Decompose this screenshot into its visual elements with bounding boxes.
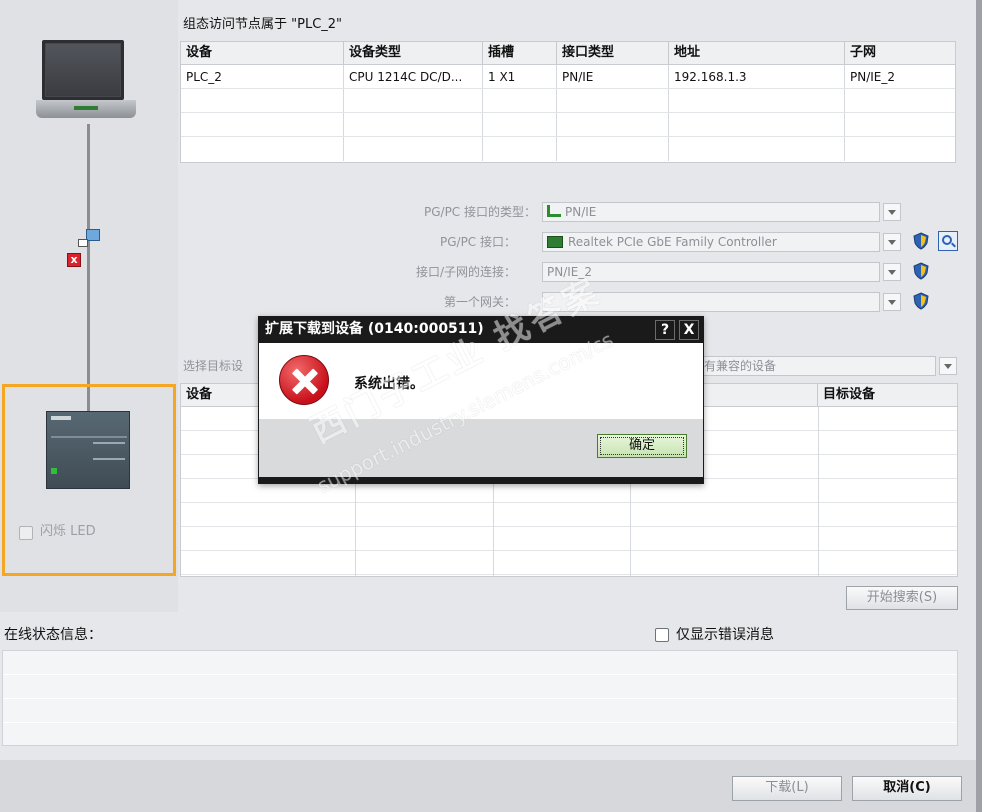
chevron-down-icon[interactable] (883, 263, 901, 281)
close-button[interactable]: X (679, 320, 699, 340)
table-row (181, 137, 955, 161)
flash-led-label: 闪烁 LED (40, 524, 96, 539)
dialog-title-bar[interactable]: 扩展下载到设备 (0140:000511) ? X (259, 317, 703, 343)
pn-ie-icon (547, 205, 561, 217)
network-switch-icon (78, 229, 100, 251)
help-button[interactable]: ? (655, 320, 675, 340)
shield-icon[interactable] (912, 232, 930, 250)
online-status-title: 在线状态信息： (4, 627, 102, 643)
table-row (181, 113, 955, 137)
nodes-table-header: 设备 设备类型 插槽 接口类型 地址 子网 (181, 42, 955, 65)
cell-address: 192.168.1.3 (669, 65, 845, 88)
shield-icon[interactable] (912, 292, 930, 310)
col-slot[interactable]: 插槽 (483, 42, 557, 64)
dialog-message: 系统出错。 (354, 376, 424, 392)
interface-label: PG/PC 接口： (439, 235, 516, 249)
start-search-button[interactable]: 开始搜索(S) (846, 586, 958, 610)
cell-device: PLC_2 (181, 65, 344, 88)
errors-only-checkbox[interactable] (655, 628, 669, 642)
connection-error-icon: x (67, 253, 81, 267)
ok-button[interactable]: 确定 (597, 434, 687, 458)
cell-device-type: CPU 1214C DC/D... (344, 65, 483, 88)
dialog-title: 扩展下载到设备 (0140:000511) (265, 321, 484, 337)
cell-slot: 1 X1 (483, 65, 557, 88)
errors-only-label: 仅显示错误消息 (676, 627, 774, 643)
col-interface-type[interactable]: 接口类型 (557, 42, 669, 64)
gateway-select[interactable] (542, 292, 880, 312)
col-subnet[interactable]: 子网 (845, 42, 955, 64)
shield-icon[interactable] (912, 262, 930, 280)
diagnostics-icon[interactable] (938, 231, 958, 251)
interface-type-label: PG/PC 接口的类型： (423, 205, 536, 219)
chevron-down-icon[interactable] (883, 293, 901, 311)
cancel-button[interactable]: 取消(C) (852, 776, 962, 801)
download-button[interactable]: 下载(L) (732, 776, 842, 801)
interface-select[interactable]: Realtek PCIe GbE Family Controller (542, 232, 880, 252)
error-icon (279, 355, 329, 405)
pg-pc-laptop-icon (36, 36, 140, 124)
chevron-down-icon[interactable] (883, 203, 901, 221)
col-device[interactable]: 设备 (181, 42, 344, 64)
subnet-label: 接口/子网的连接： (415, 265, 516, 279)
table-row[interactable]: PLC_2 CPU 1214C DC/D... 1 X1 PN/IE 192.1… (181, 65, 955, 89)
col-device-type[interactable]: 设备类型 (344, 42, 483, 64)
plc-device-icon[interactable] (46, 411, 130, 489)
chevron-down-icon[interactable] (939, 357, 957, 375)
cell-subnet: PN/IE_2 (850, 70, 896, 84)
col-address[interactable]: 地址 (669, 42, 845, 64)
flash-led-checkbox[interactable] (19, 526, 33, 540)
select-target-label: 选择目标设 (183, 359, 244, 373)
error-dialog: 扩展下载到设备 (0140:000511) ? X 系统出错。 确定 (258, 316, 704, 484)
network-line (87, 124, 90, 424)
table-row (181, 89, 955, 113)
col-target-dest[interactable]: 目标设备 (818, 384, 957, 406)
close-icon: X (683, 322, 695, 338)
online-status-log (2, 650, 958, 746)
nodes-title: 组态访问节点属于 "PLC_2" (183, 17, 343, 32)
gateway-label: 第一个网关： (443, 295, 516, 309)
target-filter-select[interactable]: 有兼容的设备 (700, 356, 936, 376)
chevron-down-icon[interactable] (883, 233, 901, 251)
window-right-edge (976, 0, 982, 812)
interface-type-select[interactable]: PN/IE (542, 202, 880, 222)
subnet-select[interactable]: PN/IE_2 (542, 262, 880, 282)
nodes-table: 设备 设备类型 插槽 接口类型 地址 子网 PLC_2 CPU 1214C DC… (180, 41, 956, 163)
network-card-icon (547, 236, 563, 248)
cell-interface-type: PN/IE (557, 65, 669, 88)
dialog-bottom-bar (259, 477, 703, 483)
